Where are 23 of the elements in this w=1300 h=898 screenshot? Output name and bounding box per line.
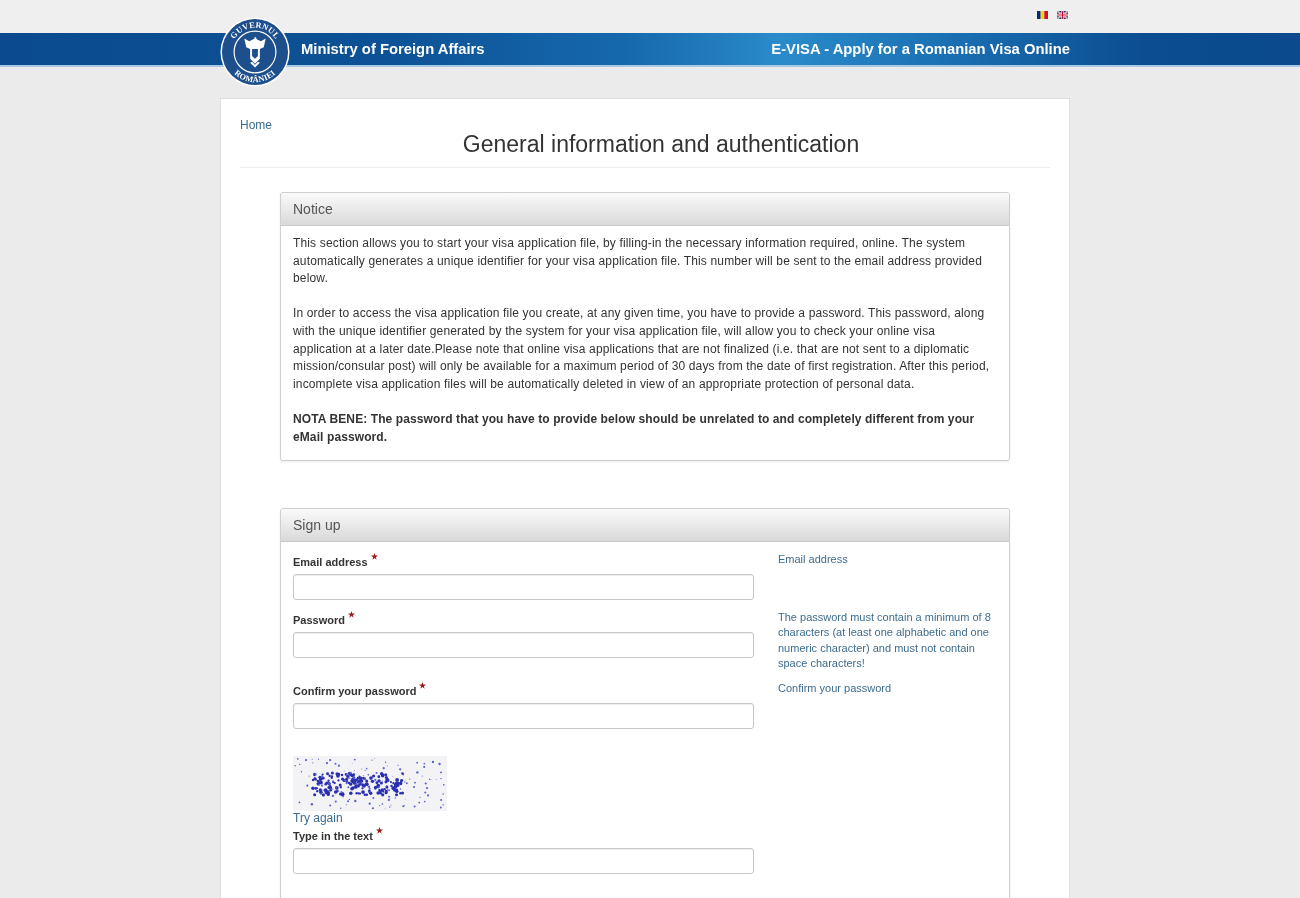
input-field[interactable]: [293, 574, 754, 601]
field-label: Type in the text: [293, 829, 373, 844]
notice-warning-text: NOTA BENE: The password that you have to provide below should be unrelated to and completely different from your eMail password.: [293, 410, 976, 446]
field-label: Confirm your password: [293, 684, 417, 699]
try-again-link[interactable]: Try again: [293, 811, 343, 826]
help-text: Email address: [778, 552, 849, 568]
uk-flag-icon[interactable]: [1057, 11, 1068, 19]
site-tagline: E-VISA - Apply for a Romanian Visa Online: [771, 41, 1070, 57]
notice-text: In order to access the visa application file you create, at any given time, you have to provide a password. This password, along with the unique identifier generated by the system for your visa application file, will allow you to check your online visa application at a later date.Please note that online visa applications that are not finalized (i.e. that are not sent to a diplomatic mission/consular post) will only be available for a maximum period of 30 days from the date of first registration. After this period, incomplete visa application files will be automatically deleted in view of an appropriate protection of personal data.: [293, 305, 991, 393]
input-field[interactable]: [293, 632, 754, 659]
help-text: The password must contain a minimum of 8 characters (at least one alphabetic and one numeric character) and must not contain space characters!: [778, 610, 992, 671]
breadcrumb-link[interactable]: Home: [240, 118, 272, 132]
page-title: General information and authentication: [461, 130, 861, 158]
input-field[interactable]: [293, 703, 754, 730]
input-field[interactable]: [293, 848, 754, 875]
notice-text: This section allows you to start your visa application file, by filling-in the necessary information required, online. The system automatically generates a unique identifier for your visa application file. This number will be sent to the email address provided below.: [293, 235, 983, 288]
panel-header: Sign up: [281, 509, 1009, 543]
romanian-flag-icon[interactable]: [1037, 11, 1048, 19]
field-label: Email address: [293, 555, 368, 570]
panel-header: Notice: [281, 193, 1009, 226]
help-text: Confirm your password: [778, 681, 893, 697]
field-label: Password: [293, 613, 345, 628]
ministry-name: Ministry of Foreign Affairs: [301, 41, 485, 57]
